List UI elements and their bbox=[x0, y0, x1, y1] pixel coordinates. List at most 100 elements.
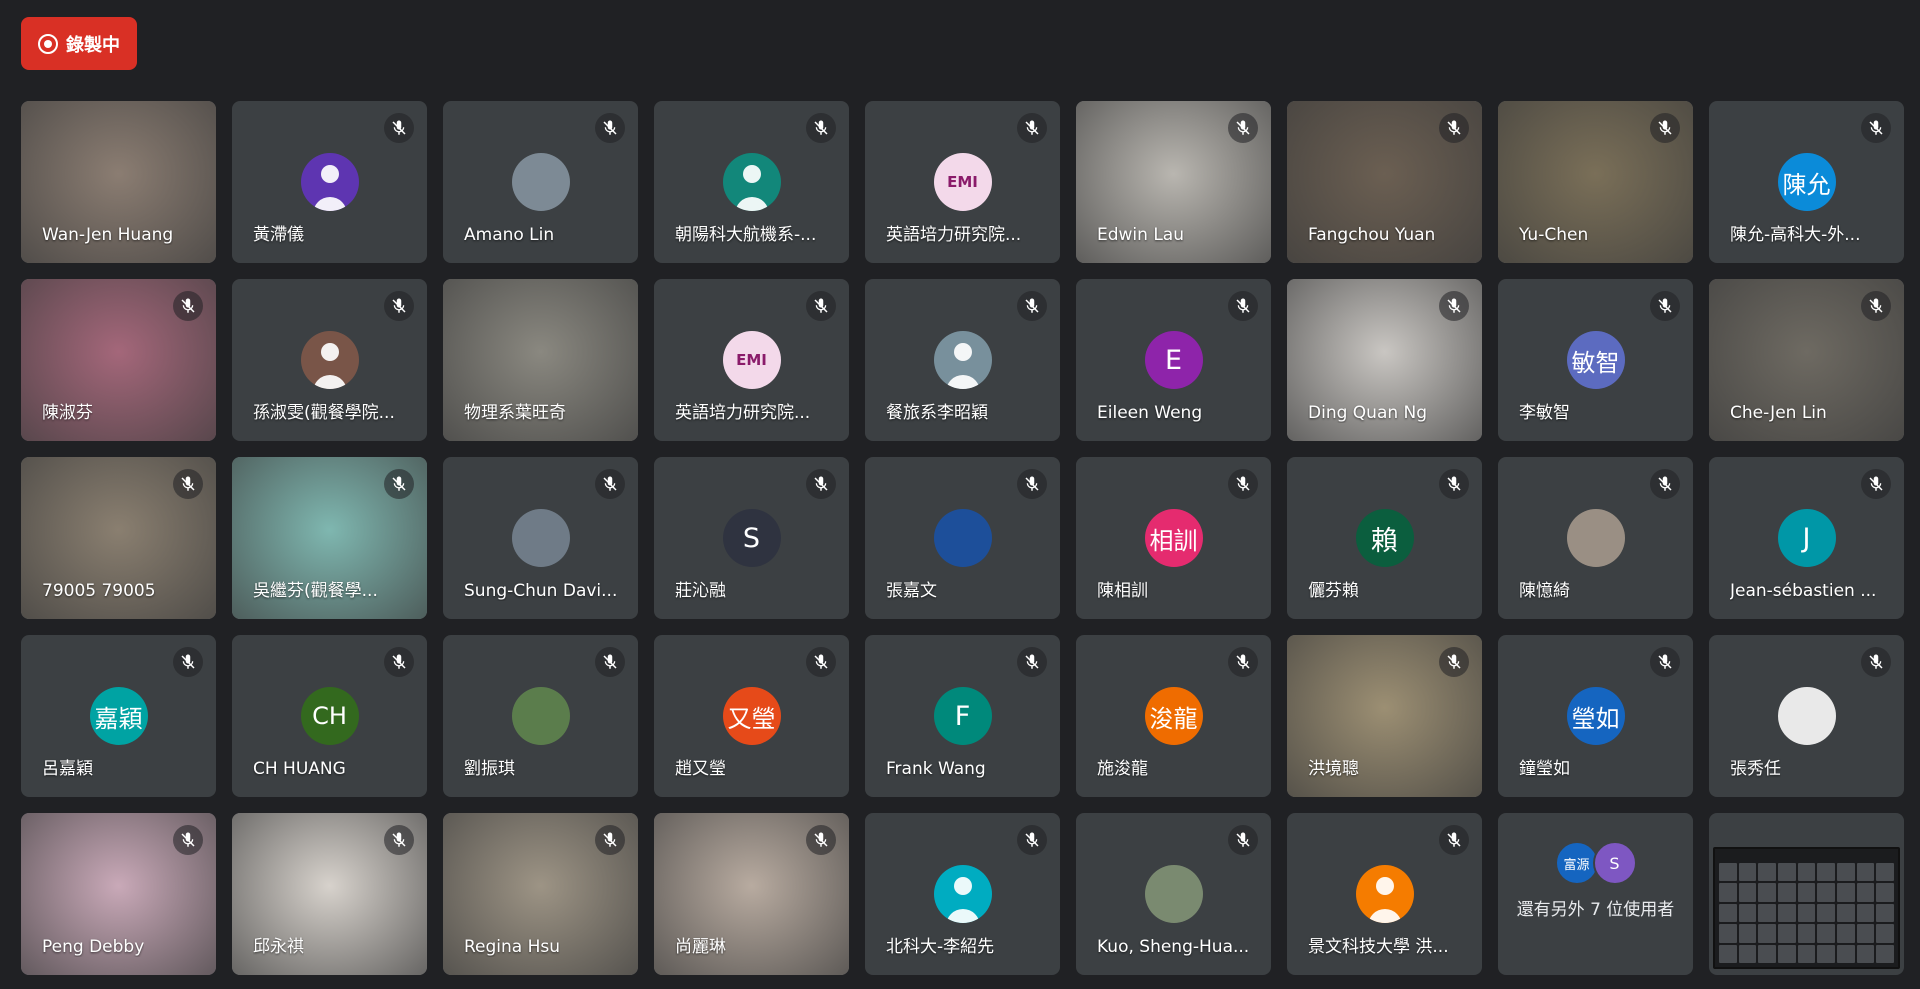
participant-tile[interactable]: Edwin Lau bbox=[1076, 101, 1271, 263]
participant-tile[interactable]: 物理系葉旺奇 bbox=[443, 279, 638, 441]
participant-tile[interactable]: Wan-Jen Huang bbox=[21, 101, 216, 263]
participant-tile[interactable]: EMI 英語培力研究院... bbox=[654, 279, 849, 441]
avatar-initials: 又瑩 bbox=[727, 704, 776, 733]
participant-avatar: E bbox=[1144, 331, 1203, 389]
mic-off-icon bbox=[806, 647, 836, 677]
preview-cell bbox=[1836, 944, 1855, 963]
participant-name: 英語培力研究院... bbox=[886, 225, 1022, 245]
preview-cell bbox=[1856, 944, 1875, 963]
participant-tile[interactable]: 賴儷芬賴 bbox=[1287, 457, 1482, 619]
preview-cell bbox=[1758, 863, 1776, 882]
preview-cell bbox=[1876, 883, 1894, 902]
mic-off-icon bbox=[173, 825, 203, 855]
participant-tile[interactable]: 尚麗琳 bbox=[654, 813, 849, 975]
participant-tile[interactable]: 陳允 陳允-高科大-外... bbox=[1709, 101, 1904, 263]
participant-tile[interactable]: 張嘉文 bbox=[865, 457, 1060, 619]
participant-name: Peng Debby bbox=[42, 937, 145, 957]
preview-cell bbox=[1856, 903, 1875, 923]
participant-tile[interactable]: 孫淑雯(觀餐學院... bbox=[232, 279, 427, 441]
participant-name: 北科大-李紹先 bbox=[886, 937, 995, 957]
participant-tile[interactable]: Regina Hsu bbox=[443, 813, 638, 975]
participant-tile[interactable]: 浚龍施浚龍 bbox=[1076, 635, 1271, 797]
participant-tile[interactable]: Ding Quan Ng bbox=[1287, 279, 1482, 441]
preview-cell bbox=[1797, 863, 1816, 882]
participant-avatar: 嘉穎 bbox=[89, 687, 148, 745]
participant-name: 黃滯儀 bbox=[253, 225, 304, 245]
participant-tile[interactable]: Amano Lin bbox=[443, 101, 638, 263]
participant-tile[interactable]: CH CH HUANG bbox=[232, 635, 427, 797]
participant-tile[interactable]: 吳繼芬(觀餐學... bbox=[232, 457, 427, 619]
self-view-tile[interactable] bbox=[1709, 813, 1904, 975]
participant-name: Sung-Chun Davi... bbox=[464, 581, 618, 601]
participant-name: Frank Wang bbox=[886, 759, 986, 779]
mic-off-icon bbox=[1861, 291, 1891, 321]
participant-tile[interactable]: Che-Jen Lin bbox=[1709, 279, 1904, 441]
participant-avatar bbox=[1777, 687, 1836, 745]
participant-tile[interactable]: 又瑩 趙又瑩 bbox=[654, 635, 849, 797]
preview-cell bbox=[1777, 903, 1796, 923]
person-icon bbox=[934, 331, 992, 389]
participant-tile[interactable]: 瑩如 鐘瑩如 bbox=[1498, 635, 1693, 797]
participant-name: Regina Hsu bbox=[464, 937, 561, 957]
more-participants-tile[interactable]: 富源 S 還有另外 7 位使用者 bbox=[1498, 813, 1693, 975]
participant-tile[interactable]: Kuo, Sheng-Hua... bbox=[1076, 813, 1271, 975]
participant-tile[interactable]: 北科大-李紹先 bbox=[865, 813, 1060, 975]
mic-off-icon bbox=[1228, 113, 1258, 143]
mic-off-icon bbox=[1439, 113, 1469, 143]
participant-tile[interactable]: S 莊沁融 bbox=[654, 457, 849, 619]
mic-off-icon bbox=[384, 647, 414, 677]
participant-tile[interactable]: 張秀任 bbox=[1709, 635, 1904, 797]
avatar-initials: 賴 bbox=[1371, 525, 1398, 557]
participant-tile[interactable]: 邱永祺 bbox=[232, 813, 427, 975]
recording-badge[interactable]: 錄製中 bbox=[21, 17, 137, 70]
mic-off-icon bbox=[1650, 647, 1680, 677]
participant-tile[interactable]: Fangchou Yuan bbox=[1287, 101, 1482, 263]
preview-cell bbox=[1777, 863, 1796, 882]
person-icon bbox=[301, 331, 359, 389]
participant-tile[interactable]: E Eileen Weng bbox=[1076, 279, 1271, 441]
participant-avatar: CH bbox=[300, 687, 359, 745]
participant-name: 施浚龍 bbox=[1097, 759, 1148, 779]
participant-name: 吳繼芬(觀餐學... bbox=[253, 581, 378, 601]
participant-tile[interactable]: Peng Debby bbox=[21, 813, 216, 975]
participant-name: Wan-Jen Huang bbox=[42, 225, 174, 245]
participant-tile[interactable]: 79005 79005 bbox=[21, 457, 216, 619]
participant-tile[interactable]: 陳淑芬 bbox=[21, 279, 216, 441]
mic-off-icon bbox=[1439, 469, 1469, 499]
mic-off-icon bbox=[1861, 113, 1891, 143]
participant-tile[interactable]: 敏智 李敏智 bbox=[1498, 279, 1693, 441]
participant-tile[interactable]: 餐旅系李昭穎 bbox=[865, 279, 1060, 441]
participant-tile[interactable]: 洪境聰 bbox=[1287, 635, 1482, 797]
preview-cell bbox=[1777, 944, 1796, 963]
self-view-preview bbox=[1713, 847, 1900, 969]
participant-tile[interactable]: 嘉穎 呂嘉穎 bbox=[21, 635, 216, 797]
mic-off-icon bbox=[1228, 291, 1258, 321]
participant-tile[interactable]: 相訓 陳相訓 bbox=[1076, 457, 1271, 619]
participant-name: Ding Quan Ng bbox=[1308, 403, 1428, 423]
preview-cell bbox=[1856, 883, 1875, 902]
participant-tile[interactable]: F Frank Wang bbox=[865, 635, 1060, 797]
participant-tile[interactable]: Yu-Chen bbox=[1498, 101, 1693, 263]
participant-avatar bbox=[1355, 865, 1414, 923]
participant-tile[interactable]: 黃滯儀 bbox=[232, 101, 427, 263]
participant-tile[interactable]: 朝陽科大航機系-... bbox=[654, 101, 849, 263]
participant-name: 邱永祺 bbox=[253, 937, 304, 957]
mic-off-icon bbox=[806, 113, 836, 143]
participant-tile[interactable]: J Jean-sébastien ... bbox=[1709, 457, 1904, 619]
participant-avatar bbox=[300, 331, 359, 389]
mic-off-icon bbox=[1017, 647, 1047, 677]
participant-avatar: 浚龍 bbox=[1144, 687, 1203, 745]
participant-tile[interactable]: EMI 英語培力研究院... bbox=[865, 101, 1060, 263]
participant-avatar: 又瑩 bbox=[722, 687, 781, 745]
participant-name: 79005 79005 bbox=[42, 581, 156, 601]
participant-tile[interactable]: 陳憶綺 bbox=[1498, 457, 1693, 619]
participant-tile[interactable]: 劉振琪 bbox=[443, 635, 638, 797]
preview-cell bbox=[1876, 924, 1894, 943]
participant-tile[interactable]: Sung-Chun Davi... bbox=[443, 457, 638, 619]
participant-avatar: 瑩如 bbox=[1566, 687, 1625, 745]
participant-tile[interactable]: 景文科技大學 洪... bbox=[1287, 813, 1482, 975]
preview-cell bbox=[1777, 883, 1796, 902]
mic-off-icon bbox=[806, 469, 836, 499]
more-participants-label: 還有另外 7 位使用者 bbox=[1516, 900, 1675, 920]
avatar-initials: EMI bbox=[736, 351, 767, 369]
